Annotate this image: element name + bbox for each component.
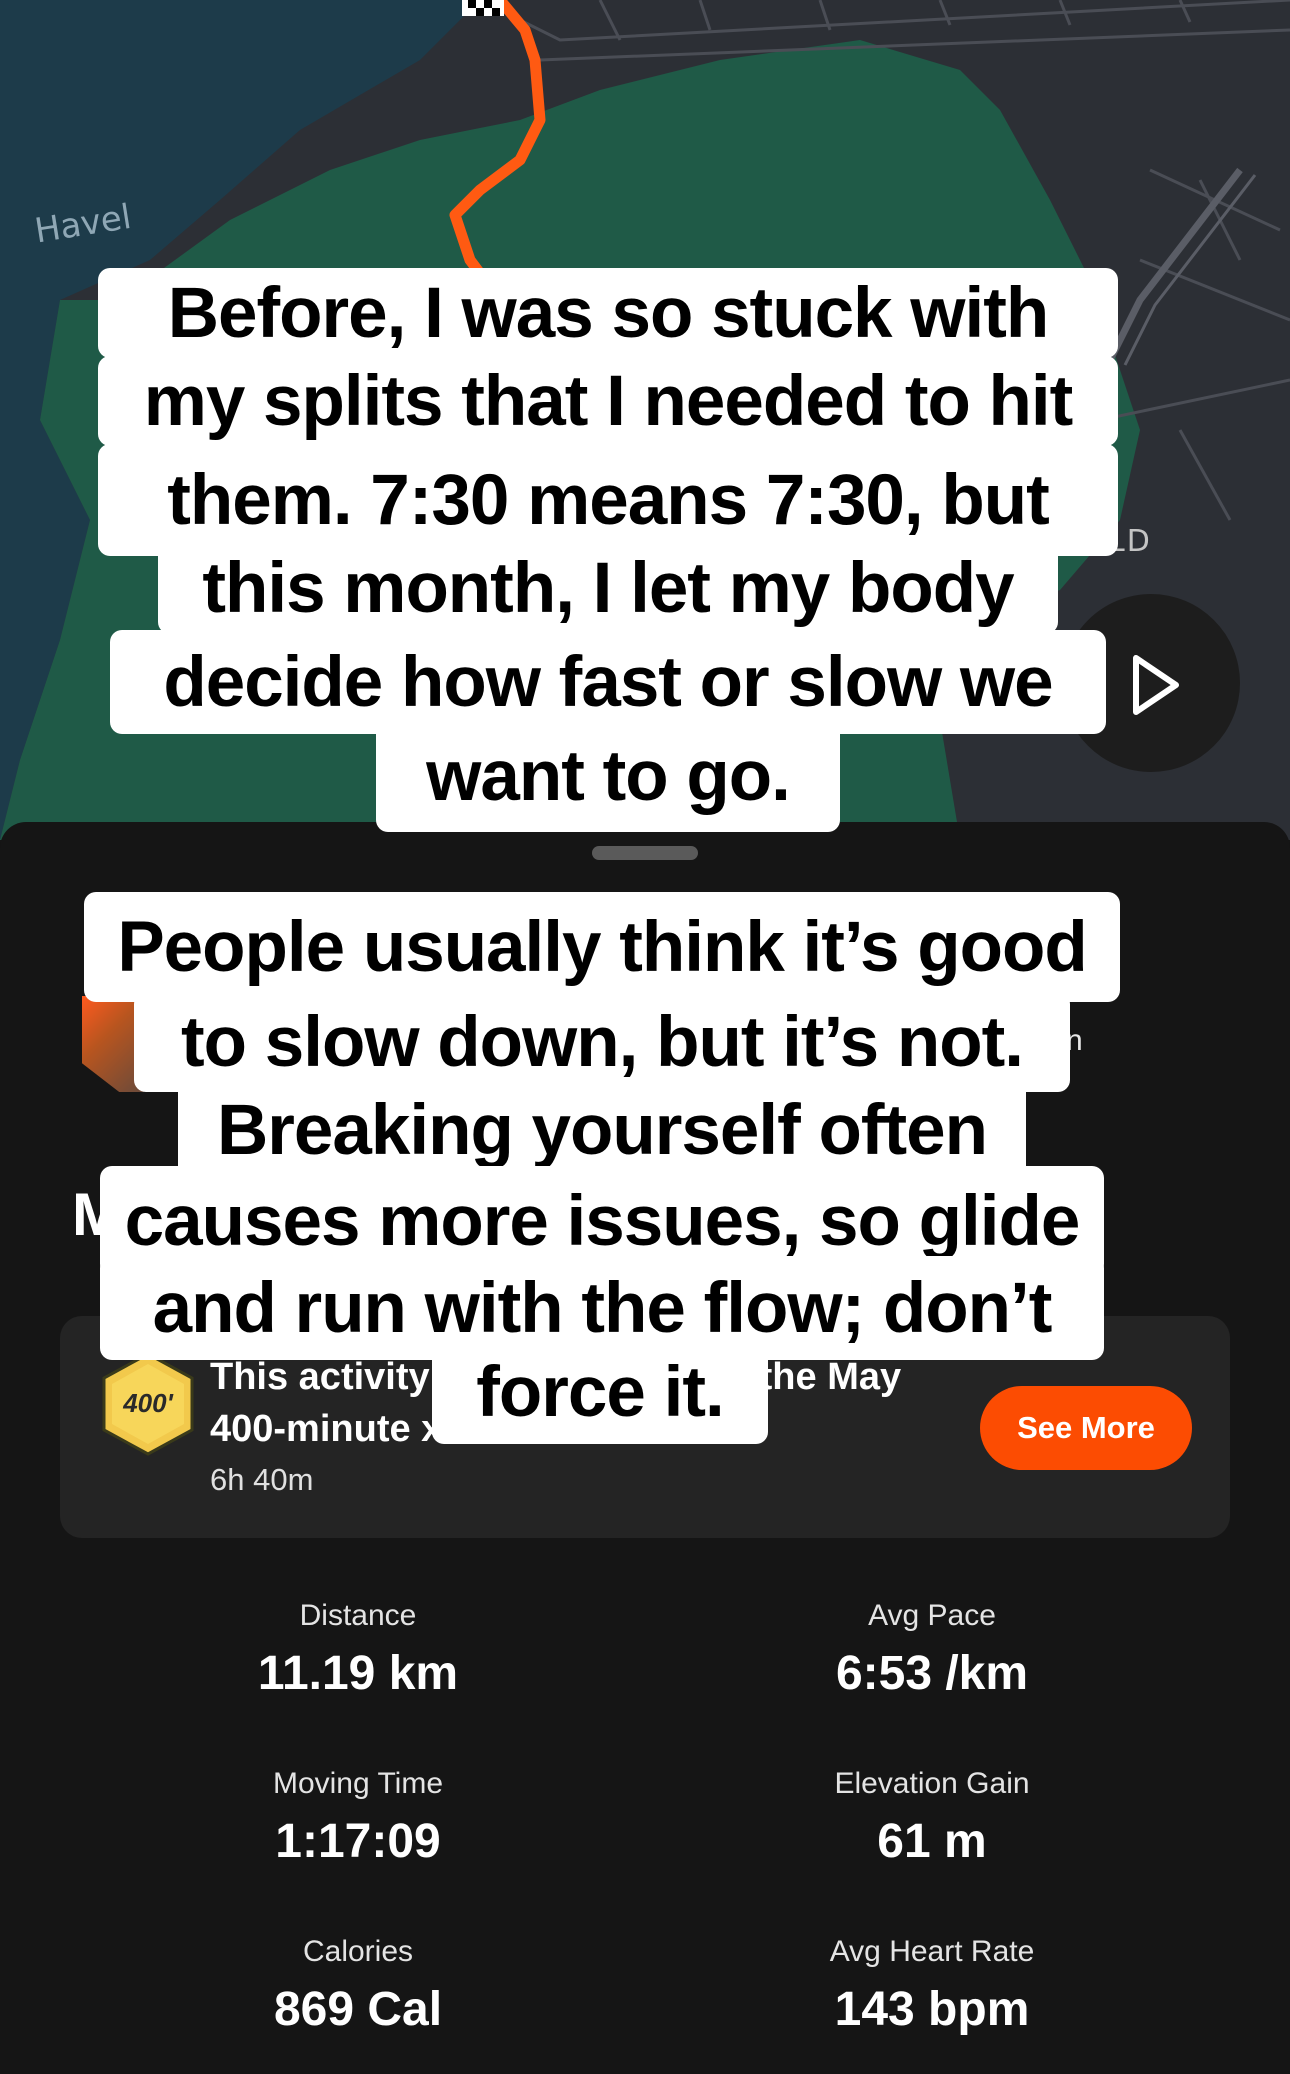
stat-value: 61 m [877,1815,987,1868]
challenge-time: 6h 40m [210,1462,314,1497]
stat-value: 869 Cal [273,1983,443,2036]
stat-value: 6:53 /km [835,1647,1029,1700]
stat-label: Elevation Gain [834,1767,1030,1800]
caption-line: Before, I was so stuck with [98,268,1118,358]
caption-line: to slow down, but it’s not. [134,992,1070,1092]
caption-line: force it. [432,1340,768,1444]
caption-line: my splits that I needed to hit [98,356,1118,446]
stat-value: 1:17:09 [275,1815,441,1868]
stat-value: 143 bpm [834,1983,1030,2036]
caption-line: decide how fast or slow we [110,630,1106,734]
stat-label: Avg Pace [868,1599,996,1632]
stat-distance: Distance 11.19 km [108,1596,608,1701]
sheet-drag-handle[interactable] [592,846,698,860]
caption-line: Breaking yourself often [178,1080,1026,1180]
caption-line: People usually think it’s good [84,892,1120,1002]
challenge-badge-icon: 400' [100,1352,196,1456]
stat-label: Moving Time [272,1767,444,1800]
stat-moving-time: Moving Time 1:17:09 [108,1764,608,1869]
stat-avg-pace: Avg Pace 6:53 /km [682,1596,1182,1701]
stat-label: Calories [302,1935,414,1968]
challenge-description-line2: 400-minute x [210,1408,443,1450]
stat-elevation-gain: Elevation Gain 61 m [682,1764,1182,1869]
see-more-button[interactable]: See More [980,1386,1192,1470]
caption-line: want to go. [376,720,840,832]
stat-label: Distance [299,1599,417,1632]
stat-avg-heart-rate: Avg Heart Rate 143 bpm [682,1932,1182,2037]
badge-text: 400' [122,1388,173,1418]
stat-value: 11.19 km [257,1647,459,1700]
stat-calories: Calories 869 Cal [108,1932,608,2037]
caption-line: them. 7:30 means 7:30, but [98,444,1118,556]
finish-flag-icon [462,0,504,16]
stat-label: Avg Heart Rate [829,1935,1035,1968]
caption-line: this month, I let my body [158,542,1058,634]
